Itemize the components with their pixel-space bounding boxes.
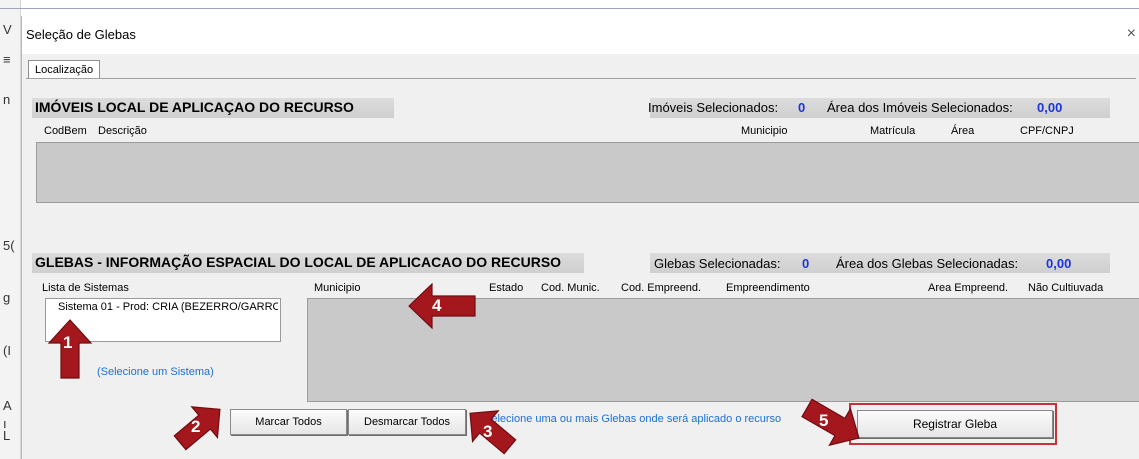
column-header-cod-empreend[interactable]: Cod. Empreend. — [621, 282, 701, 294]
column-header-area[interactable]: Área — [951, 125, 974, 137]
register-gleba-button[interactable]: Registrar Gleba — [857, 410, 1053, 438]
callout-number: 1 — [63, 333, 73, 352]
callout-arrow-4: 4 — [408, 282, 476, 330]
column-header-municipio[interactable]: Municipio — [741, 125, 787, 137]
callout-arrow-1: 1 — [47, 319, 93, 379]
imoveis-area-value: 0,00 — [1037, 100, 1063, 115]
background-fragment: 5( — [3, 238, 15, 253]
background-fragment: ≡ — [3, 52, 11, 67]
background-fragment: L — [3, 428, 11, 443]
callout-number: 5 — [819, 411, 829, 430]
background-fragment: V — [3, 22, 12, 37]
list-item[interactable]: Sistema 01 - Prod: CRIA (BEZERRO/GARROTA — [58, 301, 278, 313]
callout-arrow-3: 3 — [458, 404, 522, 456]
arrow-left-icon — [408, 282, 476, 330]
column-header-cod-munic[interactable]: Cod. Munic. — [541, 282, 600, 294]
tab-localizacao[interactable]: Localização — [28, 60, 101, 79]
unmark-all-button[interactable]: Desmarcar Todos — [348, 409, 466, 435]
imoveis-section-title: IMÓVEIS LOCAL DE APLICAÇAO DO RECURSO — [35, 99, 354, 115]
imoveis-grid[interactable] — [36, 142, 1139, 203]
column-header-matricula[interactable]: Matrícula — [870, 125, 915, 137]
imoveis-area-label: Área dos Imóveis Selecionados: — [827, 100, 1013, 115]
title-bar: Seleção de Glebas × — [22, 16, 1139, 54]
arrow-right-icon — [801, 398, 860, 447]
column-header-cpf-cnpj[interactable]: CPF/CNPJ — [1020, 125, 1074, 137]
background-window-edge — [0, 8, 1139, 9]
column-header-area-empreend[interactable]: Area Empreend. — [928, 282, 1008, 294]
glebas-area-value: 0,00 — [1046, 256, 1072, 271]
glebas-dialog: Seleção de Glebas × Localização IMÓVEIS … — [21, 16, 1139, 459]
imoveis-selected-count: 0 — [798, 100, 806, 115]
glebas-selected-label: Glebas Selecionadas: — [654, 256, 781, 271]
callout-arrow-5: 5 — [801, 398, 865, 448]
glebas-section-title: GLEBAS - INFORMAÇÃO ESPACIAL DO LOCAL DE… — [35, 254, 562, 270]
column-header-estado[interactable]: Estado — [489, 282, 523, 294]
background-app-strip: V ≡ n 5( g (I A ı L — [0, 0, 21, 459]
background-fragment: (I — [3, 343, 11, 358]
background-fragment: A — [3, 398, 12, 413]
callout-number: 4 — [432, 296, 442, 315]
callout-number: 2 — [191, 417, 201, 436]
window-title: Seleção de Glebas — [26, 27, 136, 42]
background-fragment: g — [3, 290, 11, 305]
glebas-area-label: Área dos Glebas Selecionadas: — [836, 256, 1019, 271]
column-header-empreendimento[interactable]: Empreendimento — [726, 282, 810, 294]
tab-panel-border — [26, 78, 1136, 79]
glebas-hint: Selecione uma ou mais Glebas onde será a… — [484, 413, 782, 425]
glebas-selected-count: 0 — [802, 256, 810, 271]
background-fragment: n — [3, 92, 11, 107]
column-header-nao-cultivada[interactable]: Não Cultiuvada — [1028, 282, 1103, 294]
imoveis-selected-label: Imóveis Selecionados: — [648, 100, 779, 115]
callout-number: 3 — [483, 422, 493, 441]
systems-hint: (Selecione um Sistema) — [97, 366, 214, 378]
column-header-municipio[interactable]: Municipio — [314, 282, 360, 294]
column-header-descricao[interactable]: Descrição — [98, 125, 147, 137]
systems-list-label: Lista de Sistemas — [42, 282, 129, 294]
callout-arrow-2: 2 — [168, 400, 232, 452]
column-header-codbem[interactable]: CodBem — [44, 125, 87, 137]
close-icon[interactable]: × — [1127, 25, 1136, 43]
mark-all-button[interactable]: Marcar Todos — [230, 409, 347, 435]
